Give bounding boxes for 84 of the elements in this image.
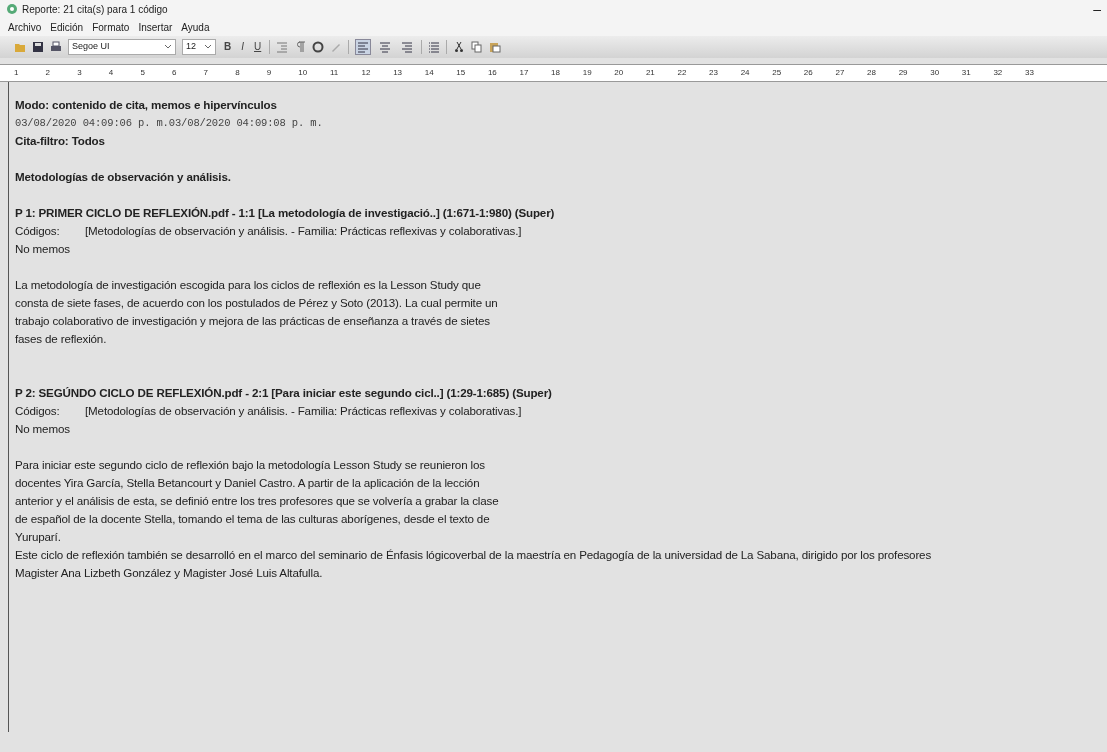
quote-title: P 1: PRIMER CICLO DE REFLEXIÓN.pdf - 1:1 [La metodología de investigació..] (1:671-1:980) (Super) <box>15 205 556 221</box>
codes-text: [Metodologías de observación y análisis. - Familia: Prácticas reflexivas y colaborativas.] <box>85 404 522 417</box>
ruler-number: 24 <box>740 67 751 79</box>
ruler-number: 1 <box>14 67 20 79</box>
quote-text: Magister Ana Lizbeth González y Magister José Luis Altafulla. <box>15 565 324 581</box>
ruler-number: 21 <box>645 67 656 79</box>
memos-text: No memos <box>15 241 71 257</box>
ruler-number: 15 <box>456 67 467 79</box>
bold-button[interactable]: B <box>222 42 234 52</box>
minimize-button[interactable]: – <box>1093 0 1101 20</box>
ruler-number: 26 <box>803 67 814 79</box>
copy-icon[interactable] <box>471 41 484 53</box>
ruler-number: 4 <box>108 67 115 79</box>
ruler-number: 17 <box>519 67 530 79</box>
quote-text: La metodología de investigación escogida para los ciclos de reflexión es la Lesson Study que <box>15 277 482 293</box>
list-icon[interactable] <box>428 41 441 53</box>
align-left-icon <box>357 41 370 53</box>
size-combo[interactable]: 12 <box>182 39 216 55</box>
ruler-number: 13 <box>393 67 404 79</box>
ruler-number: 32 <box>993 67 1004 79</box>
ruler-number: 28 <box>867 67 877 79</box>
quote-text: Yuruparí. <box>15 529 62 545</box>
ruler-number: 14 <box>424 67 435 79</box>
codes-text: [Metodologías de observación y análisis. - Familia: Prácticas reflexivas y colaborativas.] <box>85 224 522 237</box>
ruler-number: 6 <box>171 67 178 79</box>
italic-button[interactable]: I <box>239 42 246 52</box>
quote-text: docentes Yira García, Stella Betancourt y Daniel Castro. A partir de la aplicación de la lección <box>15 475 481 491</box>
ruler-number: 30 <box>930 67 941 79</box>
dropdown-icon <box>204 44 212 50</box>
paste-icon[interactable] <box>489 41 502 53</box>
ruler-number: 8 <box>235 67 241 79</box>
ruler-number: 7 <box>203 67 209 79</box>
quote-title: P 2: SEGÚNDO CICLO DE REFLEXIÓN.pdf - 2:1 [Para iniciar este segundo cicl..] (1:29-1:685) (Super) <box>15 385 553 401</box>
memos-text: No memos <box>15 421 71 437</box>
folder-icon[interactable] <box>14 41 26 53</box>
underline-button[interactable]: U <box>252 42 264 52</box>
align-center-icon <box>379 41 392 53</box>
dropdown-icon <box>164 44 172 50</box>
ruler-number: 3 <box>77 67 83 79</box>
report-mode: Modo: contenido de cita, memos e hipervínculos <box>15 97 278 113</box>
ruler-number: 19 <box>582 67 593 79</box>
app-icon <box>6 3 18 15</box>
ruler-number: 18 <box>551 67 561 79</box>
ruler-number: 12 <box>361 67 372 79</box>
menu-item[interactable]: Insertar <box>138 19 173 35</box>
ruler-number: 10 <box>298 67 309 79</box>
ruler-number: 33 <box>1025 67 1035 79</box>
ruler-number: 31 <box>961 67 972 79</box>
ruler-number: 9 <box>266 67 273 79</box>
ruler-number: 5 <box>140 67 146 79</box>
align-right-icon <box>401 41 414 53</box>
menu-item[interactable]: Ayuda <box>181 19 210 35</box>
menu-item[interactable]: Formato <box>92 19 130 35</box>
report-dates: 03/08/2020 04:09:06 p. m.03/08/2020 04:09:08 p. m. <box>15 116 324 131</box>
font-combo[interactable]: Segoe UI <box>68 39 176 55</box>
scissors-icon[interactable] <box>453 41 466 53</box>
ruler-number: 22 <box>677 67 688 79</box>
ruler-number: 16 <box>487 67 498 79</box>
quote-text: Este ciclo de reflexión también se desarrolló en el marco del seminario de Énfasis lógicoverbal de la maestría en Pedagogía de la universidad de La Sabana, dirigido por los profesores <box>15 547 933 563</box>
indent-icon[interactable] <box>276 41 289 53</box>
print-icon[interactable] <box>50 41 62 53</box>
quote-text: Para iniciar este segundo ciclo de reflexión bajo la metodología Lesson Study se reunieron los <box>15 457 486 473</box>
quote-text: anterior y el análisis de esta, se definió entre los tres profesores que se volvería a grabar la clase <box>15 493 500 509</box>
window-title: Reporte: 21 cita(s) para 1 código <box>22 2 168 17</box>
ruler-number: 23 <box>709 67 719 79</box>
ruler-number: 11 <box>329 67 340 79</box>
ruler-number: 27 <box>835 67 846 79</box>
align-button[interactable] <box>355 39 372 55</box>
menu-item[interactable]: Edición <box>50 19 84 35</box>
quote-text: trabajo colaborativo de investigación y mejora de las prácticas de enseñanza a través de sietes <box>15 313 491 329</box>
save-icon[interactable] <box>32 41 44 53</box>
code-heading: Metodologías de observación y análisis. <box>15 169 232 185</box>
codes-label: Códigos: <box>15 403 61 419</box>
ruler-number: 20 <box>614 67 625 79</box>
quote-text: consta de siete fases, de acuerdo con los postulados de Pérez y Soto (2013). La cual permite un <box>15 295 499 311</box>
quote-text: fases de reflexión. <box>15 331 108 347</box>
filter-label: Cita-filtro: Todos <box>15 133 106 149</box>
codes-label: Códigos: <box>15 223 61 239</box>
ruler-number: 29 <box>898 67 909 79</box>
quote-text: de español de la docente Stella, tomando el tema de las culturas aborígenes, desde el texto de <box>15 511 491 527</box>
menu-item[interactable]: Archivo <box>8 19 42 35</box>
paragraph-icon[interactable] <box>294 41 307 53</box>
ruler-number: 25 <box>772 67 783 79</box>
ruler-number: 2 <box>45 67 52 79</box>
